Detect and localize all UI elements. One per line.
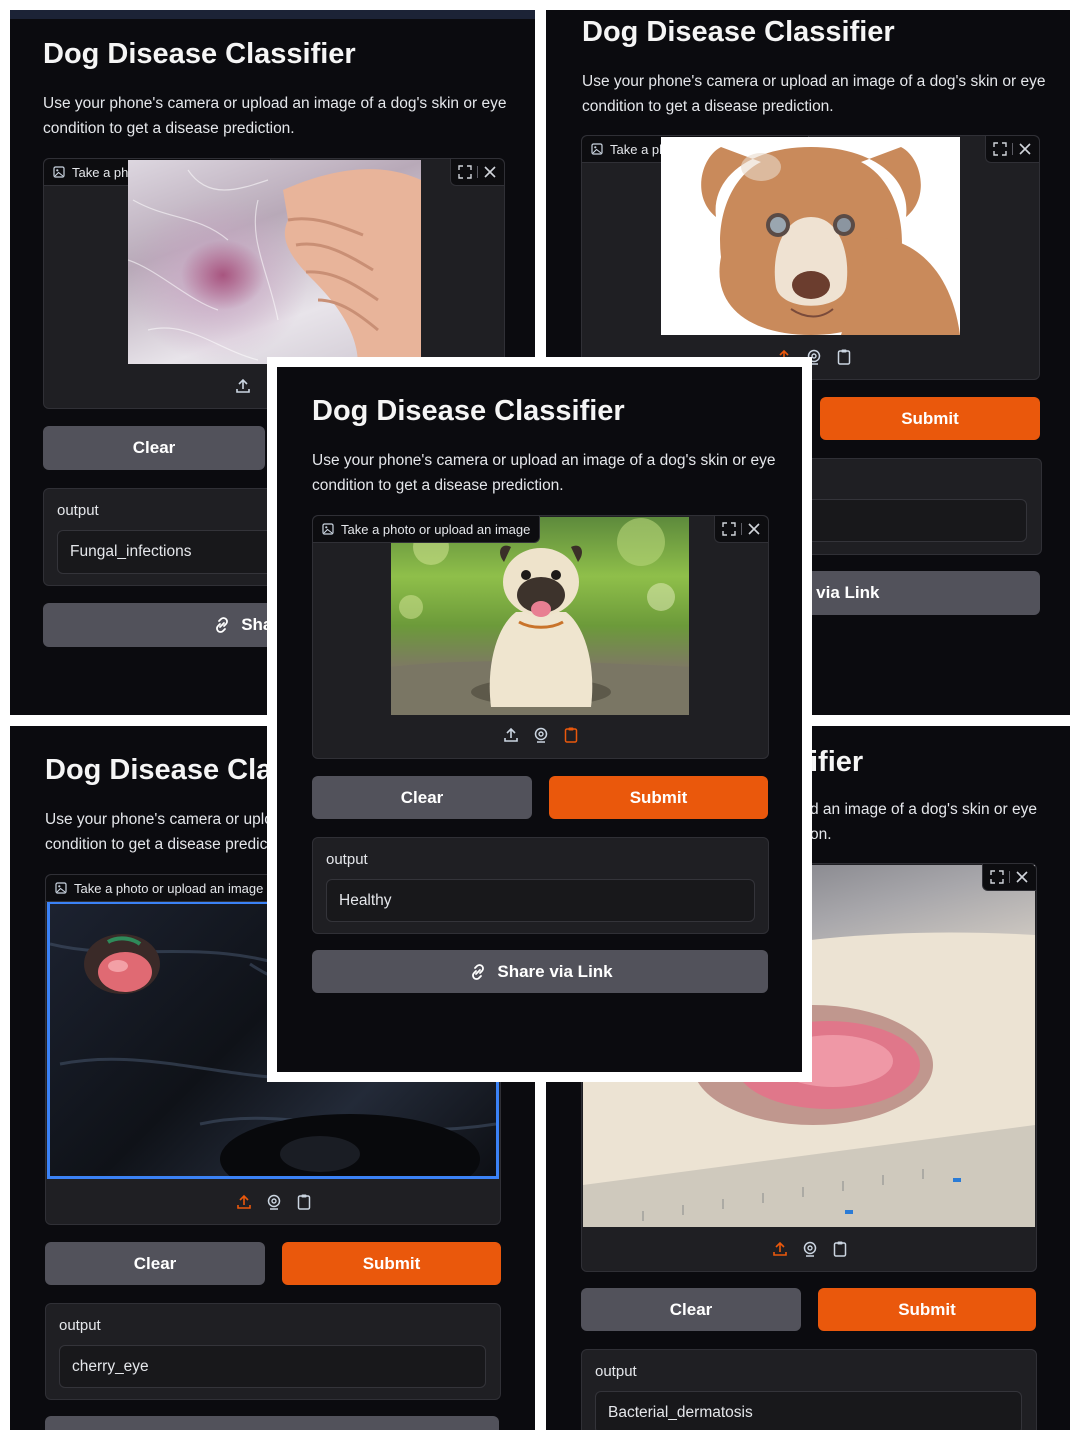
share-label: Share via Link <box>497 961 613 981</box>
link-icon <box>472 963 485 980</box>
fullscreen-icon[interactable] <box>989 869 1005 885</box>
share-button-cut[interactable] <box>45 1416 499 1430</box>
dog-photo-art <box>701 147 960 335</box>
clipboard-icon[interactable] <box>562 726 580 744</box>
output-label: output <box>59 1317 101 1334</box>
image-icon <box>55 882 67 894</box>
browser-strip <box>10 10 535 19</box>
image-tools <box>982 864 1036 891</box>
page-description-line-2: condition to get a disease predict <box>45 836 272 853</box>
upload-icon[interactable] <box>234 377 252 395</box>
image-icon <box>53 166 65 178</box>
image-input-label-text: Take a photo or upload an image <box>74 880 264 896</box>
image-tools <box>985 136 1039 163</box>
image-tools <box>714 516 768 543</box>
image-tools <box>450 159 504 186</box>
submit-button[interactable]: Submit <box>818 1288 1036 1331</box>
share-button[interactable]: Shar <box>43 603 303 647</box>
fullscreen-icon[interactable] <box>721 521 737 537</box>
output-value: Healthy <box>326 879 755 922</box>
close-icon[interactable] <box>1014 869 1030 885</box>
upload-icon[interactable] <box>502 726 520 744</box>
image-input-label-text: Take a photo or upload an image <box>341 521 531 537</box>
skin-photo-art <box>128 169 421 364</box>
output-label: output <box>595 1363 637 1380</box>
clipboard-icon[interactable] <box>295 1193 313 1211</box>
fullscreen-icon[interactable] <box>457 164 473 180</box>
submit-button[interactable]: Submit <box>820 397 1040 440</box>
output-value <box>801 499 1027 542</box>
tools-separator <box>741 523 742 535</box>
image-input-label: Take a photo or upload an image <box>46 875 274 902</box>
page-title-partial: Dog Disease Class <box>45 754 305 786</box>
uploaded-photo-pug <box>391 517 689 715</box>
link-icon <box>216 617 229 633</box>
output-value: Fungal_infections <box>57 530 297 574</box>
upload-icon[interactable] <box>771 1240 789 1258</box>
screen-center: Dog Disease Classifier Use your phone's … <box>277 367 802 1072</box>
clipboard-icon[interactable] <box>831 1240 849 1258</box>
source-bar <box>234 377 252 395</box>
submit-button[interactable]: Submit <box>282 1242 501 1285</box>
output-panel: output Fungal_infections <box>43 488 305 586</box>
close-icon[interactable] <box>1017 141 1033 157</box>
submit-button[interactable]: Submit <box>549 776 768 819</box>
output-value: Bacterial_dermatosis <box>595 1391 1022 1430</box>
source-bar <box>502 726 580 744</box>
page-title-partial: ifier <box>810 746 864 778</box>
source-bar <box>235 1193 313 1211</box>
output-label: output <box>57 502 99 519</box>
image-icon <box>322 523 334 535</box>
page-title: Dog Disease Classifier <box>312 395 625 427</box>
image-input-panel[interactable]: Take a photo or upload an image <box>581 135 1040 380</box>
output-label: output <box>326 851 368 868</box>
output-panel: output cherry_eye <box>45 1303 501 1400</box>
page-description-line-2: on. <box>810 826 832 843</box>
page-title: Dog Disease Classifier <box>43 38 356 70</box>
pug-photo-art <box>391 518 689 715</box>
share-button[interactable]: e via Link <box>800 571 1040 615</box>
page-description-line-1: d an image of a dog's skin or eye <box>810 801 1037 818</box>
share-label-partial: e via Link <box>802 583 880 602</box>
fullscreen-icon[interactable] <box>992 141 1008 157</box>
close-icon[interactable] <box>746 521 762 537</box>
uploaded-photo-dog-eye <box>661 137 960 335</box>
source-bar <box>771 1240 849 1258</box>
page-description: Use your phone's camera or upload an ima… <box>312 452 776 494</box>
clear-button[interactable]: Clear <box>43 426 265 470</box>
output-value: cherry_eye <box>59 1345 486 1388</box>
image-input-label: Take a photo or upload an image <box>313 516 541 543</box>
clipboard-icon[interactable] <box>835 348 853 366</box>
tools-separator <box>1009 871 1010 883</box>
webcam-icon[interactable] <box>801 1240 819 1258</box>
tools-separator <box>477 166 478 178</box>
output-panel <box>800 458 1042 555</box>
upload-icon[interactable] <box>235 1193 253 1211</box>
output-panel: output Healthy <box>312 837 769 934</box>
image-input-panel[interactable]: Take a photo or upload an image <box>312 515 769 759</box>
clear-button[interactable]: Clear <box>45 1242 265 1285</box>
share-button[interactable]: Share via Link <box>312 950 768 993</box>
clear-button[interactable]: Clear <box>581 1288 801 1331</box>
close-icon[interactable] <box>482 164 498 180</box>
webcam-icon[interactable] <box>265 1193 283 1211</box>
page-description-line-1: Use your phone's camera or uplo <box>45 811 273 828</box>
page-description: Use your phone's camera or upload an ima… <box>582 73 1046 115</box>
clear-button[interactable]: Clear <box>312 776 532 819</box>
uploaded-photo-skin <box>128 160 421 364</box>
output-panel: output Bacterial_dermatosis <box>581 1349 1037 1430</box>
page-description: Use your phone's camera or upload an ima… <box>43 95 507 137</box>
tools-separator <box>1012 143 1013 155</box>
page-title: Dog Disease Classifier <box>582 16 895 48</box>
webcam-icon[interactable] <box>532 726 550 744</box>
image-icon <box>591 143 603 155</box>
